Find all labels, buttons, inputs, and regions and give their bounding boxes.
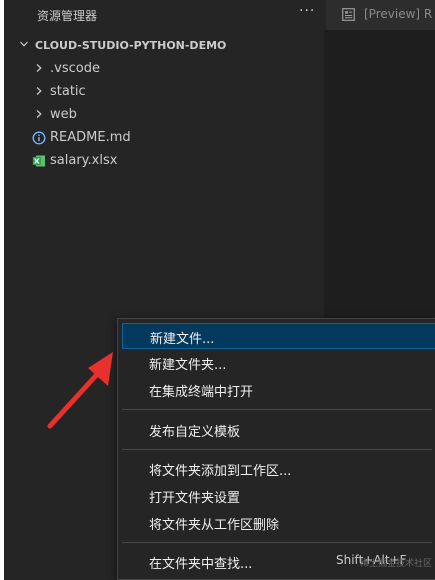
tree-item-label: salary.xlsx xyxy=(50,153,118,168)
context-menu: 新建文件... 新建文件夹... 在集成终端中打开 发布自定义模板 将文件夹添加… xyxy=(117,318,435,580)
menu-separator xyxy=(122,449,432,450)
tree-item-vscode[interactable]: .vscode xyxy=(4,58,324,80)
menu-item-label: 将文件夹添加到工作区... xyxy=(149,464,292,479)
menu-item-label: 在集成终端中打开 xyxy=(149,385,254,400)
tree-item-static[interactable]: static xyxy=(4,81,324,103)
menu-item-open-in-terminal[interactable]: 在集成终端中打开 xyxy=(122,377,435,403)
menu-item-new-folder[interactable]: 新建文件夹... xyxy=(122,350,435,376)
explorer-header: 资源管理器 ··· xyxy=(4,0,324,30)
workspace-folder-name: CLOUD-STUDIO-PYTHON-DEMO xyxy=(35,39,227,52)
workspace-folder[interactable]: CLOUD-STUDIO-PYTHON-DEMO xyxy=(4,35,324,57)
menu-item-label: 新建文件... xyxy=(150,332,215,347)
menu-item-open-folder-settings[interactable]: 打开文件夹设置 xyxy=(122,483,435,509)
tree-item-label: web xyxy=(50,107,77,122)
tree-item-label: static xyxy=(50,84,86,99)
ellipsis-icon[interactable]: ··· xyxy=(299,3,315,19)
tree-item-label: .vscode xyxy=(50,61,100,76)
menu-item-label: 新建文件夹... xyxy=(149,358,227,373)
tree-item-salary[interactable]: salary.xlsx xyxy=(4,150,324,172)
menu-item-label: 在文件夹中查找... xyxy=(149,557,253,572)
screenshot-frame: 资源管理器 ··· CLOUD-STUDIO-PYTHON-DEMO .vsco… xyxy=(0,0,435,580)
chevron-down-icon xyxy=(20,41,28,47)
info-icon xyxy=(32,131,46,145)
menu-separator xyxy=(122,542,432,543)
chevron-right-icon xyxy=(36,87,42,95)
menu-item-label: 发布自定义模板 xyxy=(149,425,241,440)
preview-icon xyxy=(342,8,355,21)
watermark: 稀土掘金技术社区 xyxy=(360,559,433,569)
chevron-right-icon xyxy=(36,110,42,118)
tree-item-readme[interactable]: README.md xyxy=(4,127,324,149)
menu-item-publish-template[interactable]: 发布自定义模板 xyxy=(122,417,435,443)
menu-item-label: 将文件夹从工作区删除 xyxy=(149,518,280,533)
excel-icon xyxy=(32,155,45,167)
editor-tab-label: [Preview] R xyxy=(364,7,433,21)
explorer-title: 资源管理器 xyxy=(37,9,98,23)
editor-tab-bar: [Preview] R xyxy=(324,0,435,30)
chevron-right-icon xyxy=(36,64,42,72)
menu-item-label: 打开文件夹设置 xyxy=(149,491,241,506)
tree-item-label: README.md xyxy=(50,130,131,145)
menu-item-remove-folder-from-workspace[interactable]: 将文件夹从工作区删除 xyxy=(122,510,435,536)
menu-item-new-file[interactable]: 新建文件... xyxy=(122,323,435,349)
tree-item-web[interactable]: web xyxy=(4,104,324,126)
editor-tab-preview[interactable]: [Preview] R xyxy=(326,0,435,30)
menu-item-add-folder-to-workspace[interactable]: 将文件夹添加到工作区... xyxy=(122,456,435,482)
menu-separator xyxy=(122,409,432,410)
